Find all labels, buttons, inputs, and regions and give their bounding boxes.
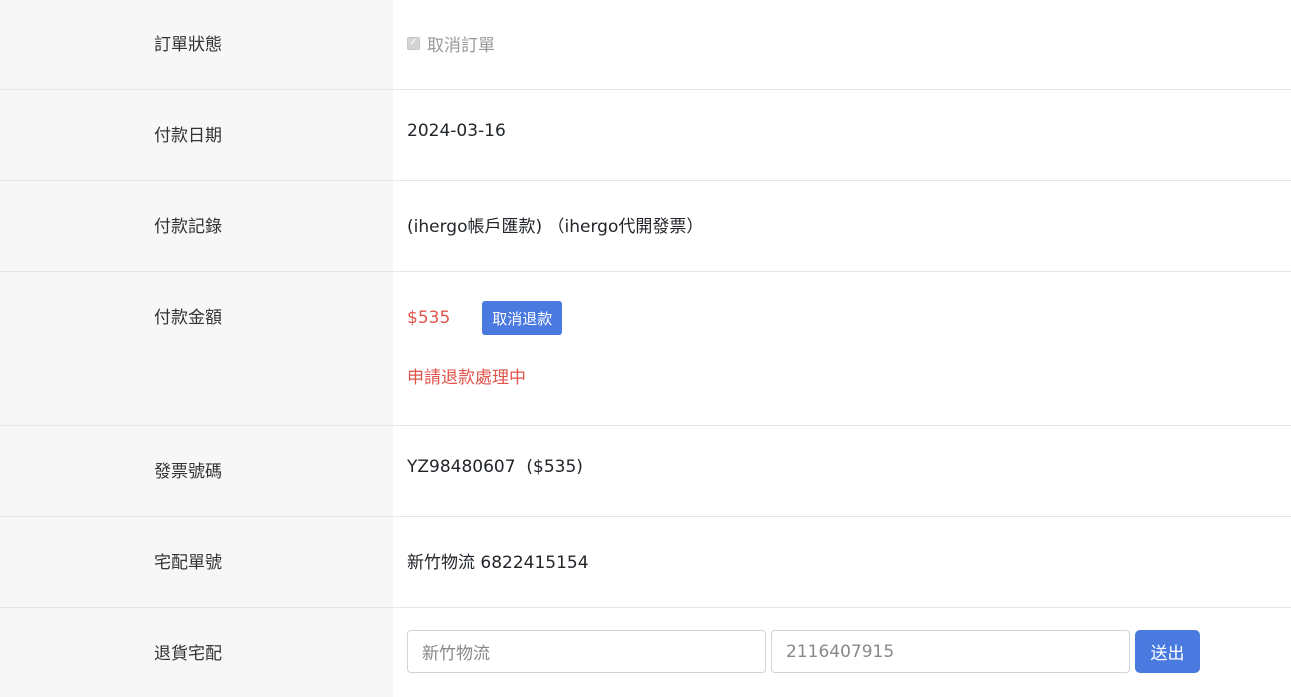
payment-amount-cell: $535 取消退款 申請退款處理中 <box>393 272 1291 425</box>
payment-record-row: 付款記錄 (ihergo帳戶匯款) （ihergo代開發票） <box>0 181 1291 272</box>
payment-record-label: 付款記錄 <box>0 181 393 271</box>
order-status-label: 訂單狀態 <box>0 0 393 89</box>
checkbox-check-icon[interactable]: ✓ <box>407 36 420 50</box>
invoice-number-label: 發票號碼 <box>0 426 393 516</box>
order-status-row: 訂單狀態 ✓ 取消訂單 <box>0 0 1291 90</box>
return-carrier-input[interactable] <box>407 630 766 673</box>
payment-amount-value: $535 <box>407 308 451 328</box>
submit-button[interactable]: 送出 <box>1135 630 1200 673</box>
return-tracking-number-input[interactable] <box>771 630 1130 673</box>
payment-amount-label: 付款金額 <box>0 272 393 425</box>
order-status-value: ✓ 取消訂單 <box>393 0 1291 89</box>
return-delivery-row: 退貨宅配 送出 <box>0 608 1291 697</box>
tracking-number-value: 新竹物流 6822415154 <box>407 553 589 573</box>
cancel-order-checkbox[interactable]: ✓ 取消訂單 <box>407 31 495 56</box>
payment-amount-row: 付款金額 $535 取消退款 申請退款處理中 <box>0 272 1291 426</box>
return-delivery-form: 送出 <box>407 630 1291 673</box>
return-delivery-cell: 送出 <box>393 608 1291 697</box>
return-delivery-label: 退貨宅配 <box>0 608 393 697</box>
payment-amount-line: $535 取消退款 <box>407 301 1291 335</box>
cancel-refund-button[interactable]: 取消退款 <box>482 301 563 335</box>
payment-record-value: (ihergo帳戶匯款) （ihergo代開發票） <box>407 217 704 237</box>
tracking-number-row: 宅配單號 新竹物流 6822415154 <box>0 517 1291 608</box>
refund-status-text: 申請退款處理中 <box>407 368 526 388</box>
payment-date-label: 付款日期 <box>0 90 393 180</box>
invoice-number-row: 發票號碼 YZ98480607 ($535) <box>0 426 1291 517</box>
tracking-number-label: 宅配單號 <box>0 517 393 607</box>
invoice-number-value: YZ98480607 ($535) <box>407 457 583 477</box>
cancel-order-checkbox-label: 取消訂單 <box>427 35 495 56</box>
order-detail-table: 訂單狀態 ✓ 取消訂單 付款日期 2024-03-16 付款記錄 (ihergo… <box>0 0 1291 697</box>
payment-date-value: 2024-03-16 <box>407 121 506 141</box>
payment-date-row: 付款日期 2024-03-16 <box>0 90 1291 181</box>
